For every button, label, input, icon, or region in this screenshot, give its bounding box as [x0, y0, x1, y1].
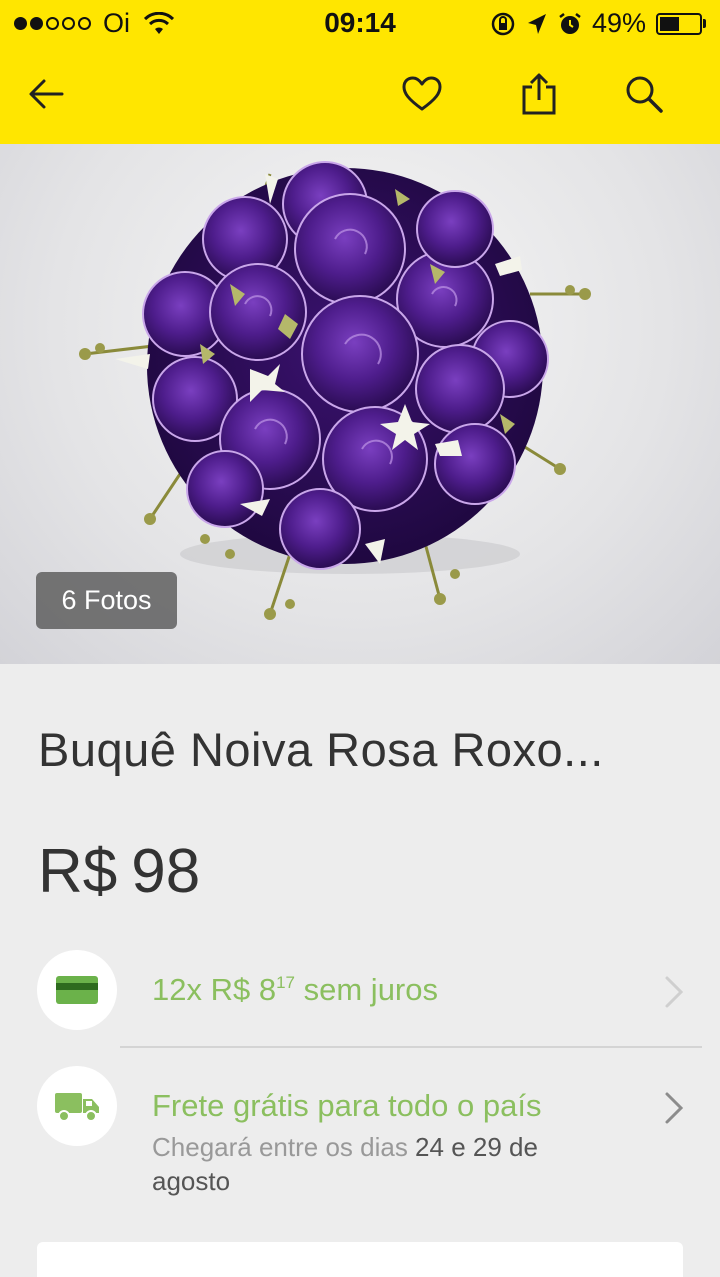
- credit-card-icon-circle: [37, 950, 117, 1030]
- product-price: R$ 98: [38, 836, 200, 907]
- nav-bar: [0, 46, 720, 144]
- heart-icon: [402, 76, 442, 111]
- back-button[interactable]: [18, 66, 74, 122]
- credit-card-icon: [56, 976, 98, 1004]
- product-image-gallery[interactable]: 6 Fotos: [0, 144, 720, 664]
- rotation-lock-icon: [491, 12, 515, 35]
- share-icon: [522, 73, 556, 115]
- favorite-button[interactable]: [394, 66, 450, 122]
- search-icon: [626, 76, 663, 113]
- alarm-icon: [559, 12, 581, 34]
- price-value: 98: [131, 837, 201, 906]
- installments-text: 12x R$ 817 sem juros: [152, 972, 438, 1007]
- share-button[interactable]: [511, 66, 567, 122]
- status-bar: Oi 09:14 49%: [0, 0, 720, 46]
- battery-percent: 49%: [591, 8, 646, 38]
- row-divider: [120, 1046, 702, 1048]
- installments-row[interactable]: 12x R$ 817 sem juros: [0, 950, 720, 1032]
- delivery-estimate: Chegará entre os dias 24 e 29 de agosto: [152, 1132, 538, 1196]
- status-right: 49%: [490, 8, 706, 39]
- location-arrow-icon: [527, 13, 546, 34]
- search-button[interactable]: [616, 66, 672, 122]
- chevron-right-icon: [665, 976, 684, 1008]
- bottom-card: [37, 1242, 683, 1277]
- product-title: Buquê Noiva Rosa Roxo...: [38, 723, 604, 776]
- shipping-title: Frete grátis para todo o país: [152, 1088, 542, 1123]
- battery-icon: [656, 12, 706, 35]
- truck-icon-circle: [37, 1066, 117, 1146]
- arrow-left-icon: [29, 79, 64, 109]
- chevron-right-icon: [665, 1092, 684, 1124]
- truck-icon: [55, 1093, 99, 1122]
- photo-count-badge[interactable]: 6 Fotos: [36, 572, 177, 629]
- price-currency: R$: [38, 837, 118, 906]
